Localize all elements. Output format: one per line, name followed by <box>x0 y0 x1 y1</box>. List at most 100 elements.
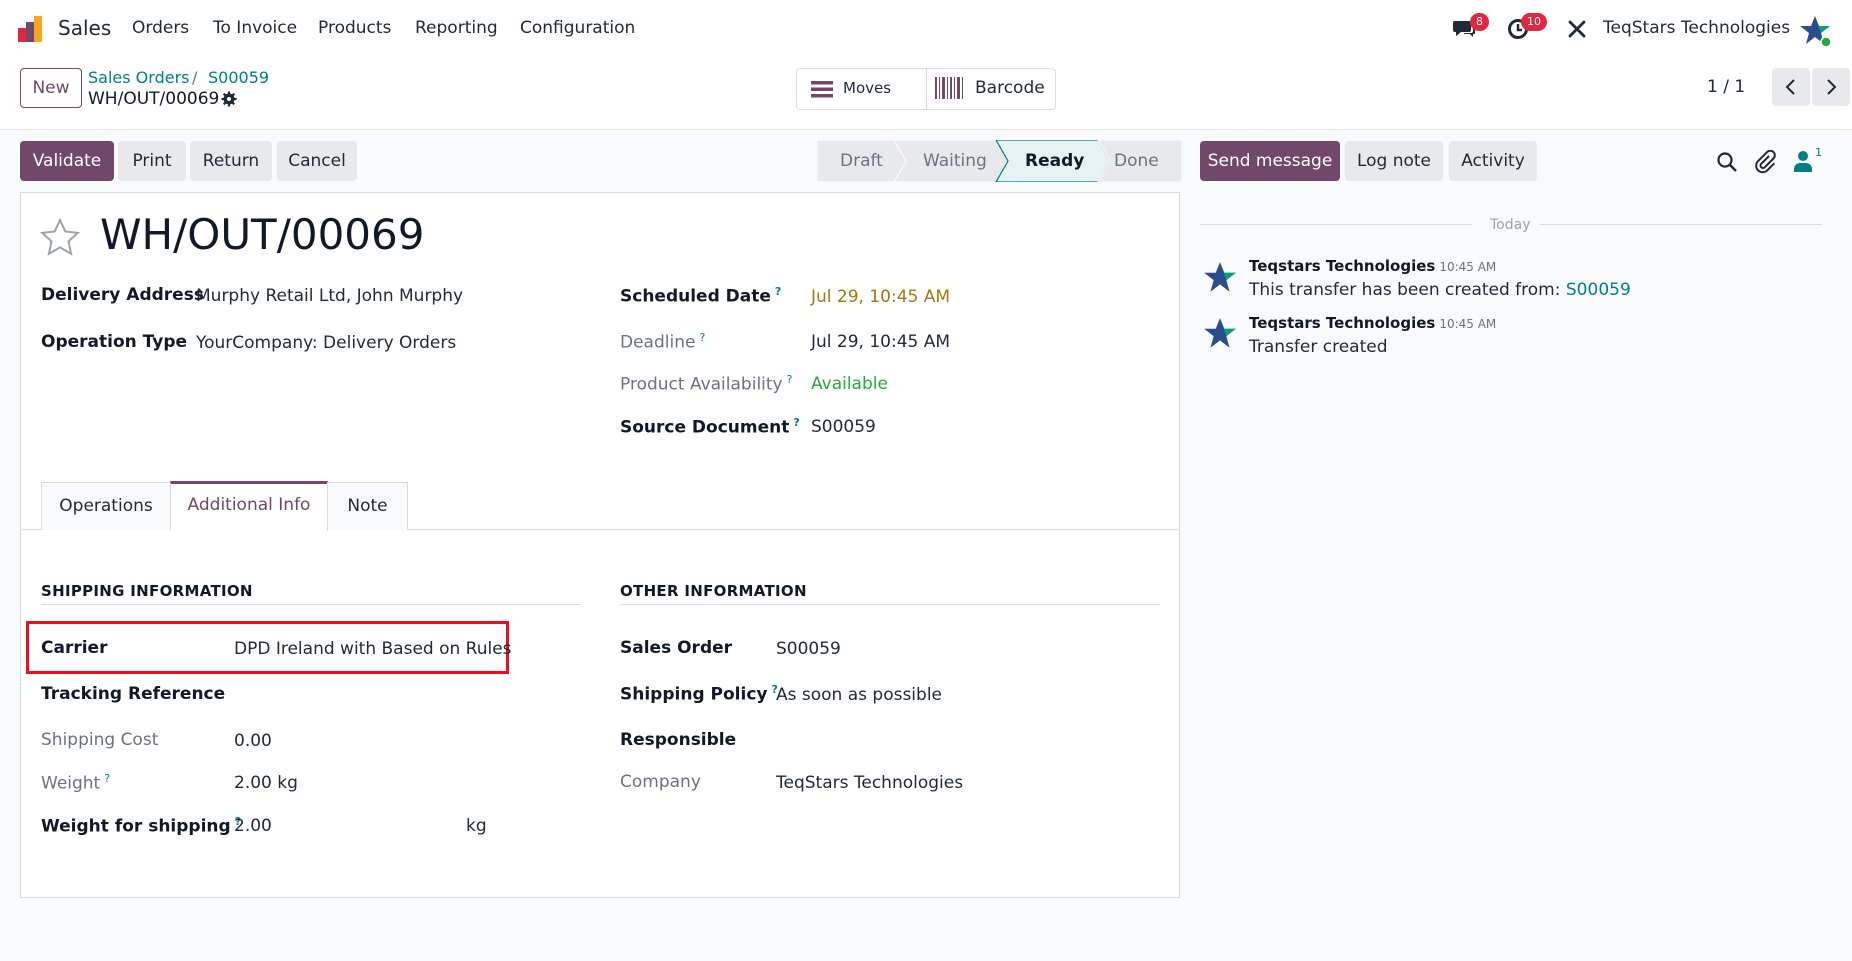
tracking-reference-label: Tracking Reference <box>41 684 226 704</box>
stage-waiting[interactable]: Waiting <box>923 151 987 171</box>
barcode-label: Barcode <box>975 78 1045 98</box>
barcode-smart-button[interactable]: Barcode <box>927 69 1057 109</box>
sales-order-field: S00059 <box>776 639 841 659</box>
favorite-star-icon[interactable] <box>40 218 80 256</box>
log-note-button[interactable]: Log note <box>1345 141 1443 181</box>
print-button[interactable]: Print <box>118 141 186 181</box>
menu-reporting[interactable]: Reporting <box>415 18 498 38</box>
followers-icon[interactable] <box>1794 150 1812 172</box>
menu-configuration[interactable]: Configuration <box>520 18 635 38</box>
barcode-icon <box>935 77 963 99</box>
chevron-left-icon <box>1785 79 1795 95</box>
breadcrumb-separator: / <box>192 68 198 87</box>
stage-ready[interactable]: Ready <box>1025 151 1084 171</box>
message-author[interactable]: Teqstars Technologies <box>1249 257 1435 275</box>
product-availability-label: Product Availability? <box>620 373 793 395</box>
cancel-button[interactable]: Cancel <box>277 141 357 181</box>
company-field[interactable]: TeqStars Technologies <box>776 773 963 793</box>
message-header: Teqstars Technologies 10:45 AM <box>1249 256 1496 276</box>
operation-type-label: Operation Type <box>41 332 188 352</box>
weight-label: Weight? <box>41 772 111 794</box>
list-icon <box>811 81 833 98</box>
operation-type-field[interactable]: YourCompany: Delivery Orders <box>196 333 456 353</box>
company-switcher[interactable]: TeqStars Technologies <box>1603 18 1790 38</box>
chevron-right-icon <box>1827 79 1837 95</box>
tab-note[interactable]: Note <box>327 482 408 530</box>
shipping-policy-label: Shipping Policy? <box>620 683 778 705</box>
date-separator: Today <box>1490 217 1531 233</box>
followers-count: 1 <box>1815 146 1822 159</box>
app-name[interactable]: Sales <box>58 16 111 40</box>
shipping-section-separator <box>41 604 581 605</box>
control-panel: New Sales Orders / S00059 WH/OUT/00069 M… <box>0 58 1852 130</box>
moves-smart-button[interactable]: Moves <box>797 69 927 109</box>
shipping-policy-field[interactable]: As soon as possible <box>776 685 942 705</box>
record-title: WH/OUT/00069 <box>100 210 425 259</box>
return-button[interactable]: Return <box>190 141 272 181</box>
menu-to-invoice[interactable]: To Invoice <box>213 18 297 38</box>
company-label: Company <box>620 772 701 792</box>
activity-button[interactable]: Activity <box>1449 141 1537 181</box>
responsible-field[interactable] <box>776 728 1156 754</box>
shipping-section-title: SHIPPING INFORMATION <box>41 582 253 600</box>
shipping-cost-label: Shipping Cost <box>41 730 159 750</box>
source-document-field[interactable]: S00059 <box>811 417 876 437</box>
carrier-field[interactable]: DPD Ireland with Based on Rules <box>234 639 512 659</box>
send-message-button[interactable]: Send message <box>1200 141 1340 181</box>
message-time: 10:45 AM <box>1439 260 1497 274</box>
message-author-avatar[interactable] <box>1202 316 1238 352</box>
smart-buttons: Moves Barcode <box>796 68 1056 110</box>
stage-done[interactable]: Done <box>1114 151 1159 171</box>
messages-badge: 8 <box>1470 13 1489 31</box>
weight-field: 2.00 kg <box>234 773 298 793</box>
activities-badge: 10 <box>1521 13 1547 31</box>
sales-app-icon[interactable] <box>18 16 48 42</box>
message-author[interactable]: Teqstars Technologies <box>1249 314 1435 332</box>
message-header: Teqstars Technologies 10:45 AM <box>1249 313 1496 333</box>
weight-for-shipping-field[interactable]: 2.00 <box>234 816 272 836</box>
stage-draft[interactable]: Draft <box>840 151 883 171</box>
pager-next-button[interactable] <box>1812 68 1850 106</box>
pager-previous-button[interactable] <box>1772 68 1810 106</box>
sales-order-label: Sales Order <box>620 638 733 658</box>
tab-operations[interactable]: Operations <box>41 482 171 530</box>
debug-tools-icon[interactable] <box>1567 19 1587 39</box>
responsible-label: Responsible <box>620 730 737 750</box>
moves-label: Moves <box>843 79 892 97</box>
other-section-separator <box>620 604 1160 605</box>
product-availability-field: Available <box>811 374 888 394</box>
paperclip-icon[interactable] <box>1754 150 1776 174</box>
gear-icon[interactable] <box>221 91 237 107</box>
pager-value[interactable]: 1 / 1 <box>1707 77 1745 97</box>
breadcrumb-order[interactable]: S00059 <box>208 68 269 87</box>
date-separator-line-right <box>1540 224 1822 225</box>
menu-products[interactable]: Products <box>318 18 391 38</box>
tracking-reference-field[interactable] <box>234 682 574 708</box>
new-button[interactable]: New <box>20 68 82 108</box>
shipping-cost-field: 0.00 <box>234 731 272 751</box>
validate-button[interactable]: Validate <box>20 141 114 181</box>
scheduled-date-label: Scheduled Date? <box>620 285 782 307</box>
message-body: This transfer has been created from: S00… <box>1249 280 1631 300</box>
tab-additional-info[interactable]: Additional Info <box>170 481 328 531</box>
user-avatar[interactable] <box>1798 14 1832 48</box>
breadcrumb-sales-orders[interactable]: Sales Orders <box>88 68 189 87</box>
deadline-label: Deadline? <box>620 331 706 353</box>
message-author-avatar[interactable] <box>1202 260 1238 296</box>
deadline-field[interactable]: Jul 29, 10:45 AM <box>811 332 950 352</box>
top-navbar: Sales Orders To Invoice Products Reporti… <box>0 0 1852 58</box>
message-source-link[interactable]: S00059 <box>1566 280 1631 300</box>
weight-for-shipping-label: Weight for shipping? <box>41 815 242 837</box>
search-icon[interactable] <box>1716 151 1738 173</box>
message-body: Transfer created <box>1249 337 1388 357</box>
delivery-address-field[interactable]: Murphy Retail Ltd, John Murphy <box>196 286 463 306</box>
source-document-label: Source Document? <box>620 416 800 438</box>
other-section-title: OTHER INFORMATION <box>620 582 807 600</box>
message-time: 10:45 AM <box>1439 317 1497 331</box>
record-name: WH/OUT/00069 <box>88 89 220 109</box>
menu-orders[interactable]: Orders <box>132 18 189 38</box>
carrier-label: Carrier <box>41 638 108 658</box>
date-separator-line-left <box>1200 224 1472 225</box>
scheduled-date-field[interactable]: Jul 29, 10:45 AM <box>811 287 950 307</box>
weight-for-shipping-unit: kg <box>466 816 487 836</box>
